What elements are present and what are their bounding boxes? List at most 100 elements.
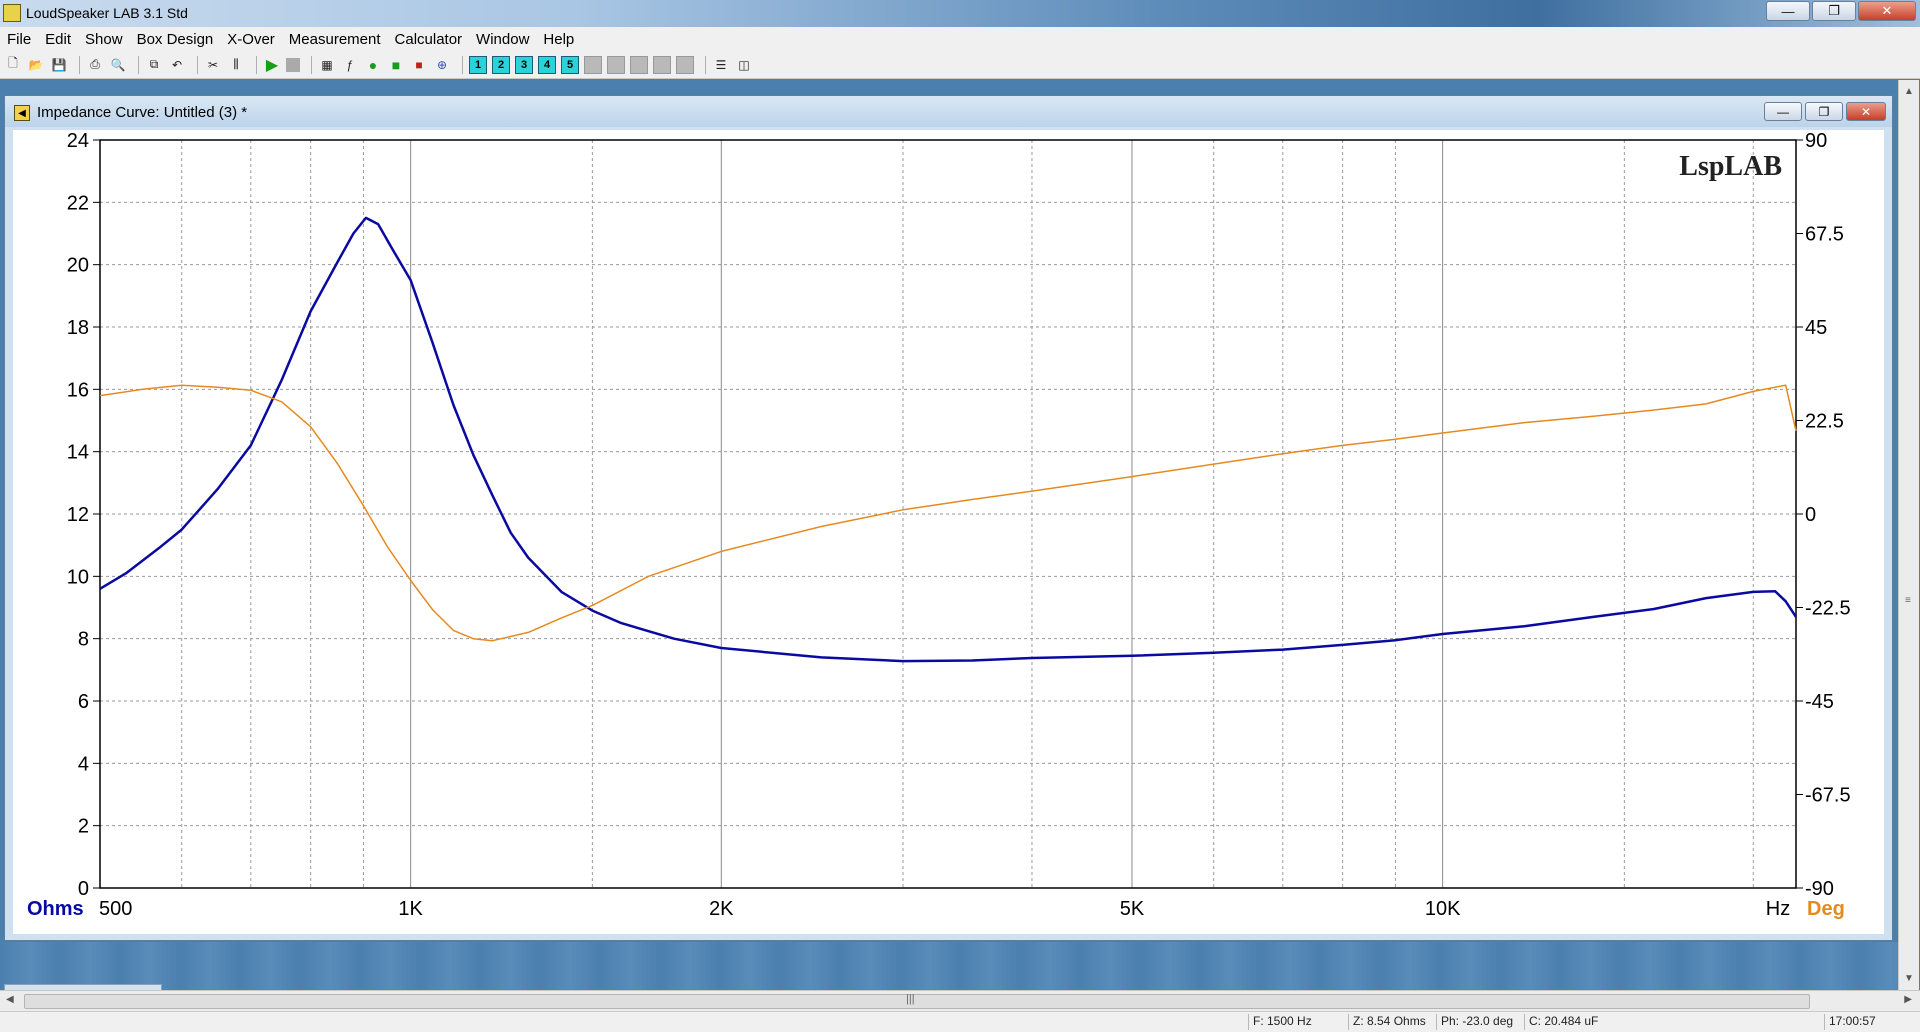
menu-show[interactable]: Show (78, 31, 130, 48)
stop-icon[interactable] (286, 57, 300, 72)
tile-horizontal-icon[interactable]: ☰ (712, 56, 730, 74)
toolbar: 🗋 📂 💾 ⎙ 🔍 ⧉ ↶ ✂ ⫼ ▶ ▦ ƒ ● ■ ■ ⊕ 1 2 3 4 … (0, 51, 1920, 79)
minimize-button[interactable]: — (1766, 1, 1810, 21)
scroll-down-icon[interactable]: ▼ (1904, 973, 1914, 984)
print-preview-icon[interactable]: 🔍 (109, 56, 127, 74)
y-left-unit-label: Ohms (27, 898, 84, 920)
menu-calculator[interactable]: Calculator (388, 31, 470, 48)
crosshair-icon[interactable]: ⊕ (433, 56, 451, 74)
view-2-button[interactable]: 2 (492, 55, 510, 74)
impedance-chart[interactable]: 024681012141618202224-90-67.5-45-22.5022… (13, 130, 1884, 934)
y-left-tick-label: 0 (78, 878, 89, 900)
toolbar-separator (705, 55, 706, 74)
x-tick-label: 500 (99, 898, 132, 920)
menu-edit[interactable]: Edit (38, 31, 78, 48)
menu-bar: File Edit Show Box Design X-Over Measure… (0, 27, 1920, 51)
toolbar-separator (311, 55, 312, 74)
y-left-tick-label: 16 (67, 379, 89, 401)
y-right-unit-label: Deg (1807, 898, 1845, 920)
child-close-button[interactable]: ✕ (1846, 102, 1886, 121)
desktop-background (0, 942, 1920, 990)
y-right-tick-label: 0 (1805, 504, 1816, 526)
menu-box-design[interactable]: Box Design (130, 31, 221, 48)
app-title: LoudSpeaker LAB 3.1 Std (26, 5, 188, 21)
impedance-plot-area[interactable]: 0 2 4 6 8 10 12 14 16 18 20 22 24 -90 -67.5 -45 -22.5 0 22… (13, 130, 1884, 934)
scroll-right-icon[interactable]: ▶ (1904, 994, 1912, 1005)
lsplab-watermark: LspLAB (1679, 151, 1782, 182)
y-left-tick-label: 18 (67, 317, 89, 339)
impedance-window-title-bar: ◀ Impedance Curve: Untitled (3) * — ❐ ✕ (5, 96, 1892, 127)
toolbar-separator (256, 55, 257, 74)
x-unit-label: Hz (1766, 898, 1790, 920)
y-left-tick-label: 6 (78, 691, 89, 713)
new-file-icon[interactable]: 🗋 (4, 56, 22, 74)
y-right-tick-label: 90 (1805, 130, 1827, 152)
vertical-scrollbar[interactable]: ▲ ≡ ▼ (1898, 80, 1919, 990)
y-left-tick-label: 20 (67, 255, 89, 277)
impedance-window: ◀ Impedance Curve: Untitled (3) * — ❐ ✕ … (4, 95, 1893, 941)
y-left-tick-label: 8 (78, 629, 89, 651)
toolbar-separator (462, 55, 463, 74)
tools-icon[interactable]: ✂ (204, 56, 222, 74)
undo-icon[interactable]: ↶ (168, 56, 186, 74)
child-minimize-button[interactable]: — (1764, 102, 1802, 121)
view-3-button[interactable]: 3 (515, 55, 533, 74)
menu-x-over[interactable]: X-Over (220, 31, 282, 48)
menu-measurement[interactable]: Measurement (282, 31, 388, 48)
horizontal-scroll-thumb[interactable] (24, 994, 1810, 1009)
scroll-up-icon[interactable]: ▲ (1904, 86, 1914, 97)
speaker-icon: ◀ (14, 105, 30, 121)
copy-icon[interactable]: ⧉ (145, 56, 163, 74)
status-impedance: Z: 8.54 Ohms (1348, 1014, 1437, 1030)
scroll-left-icon[interactable]: ◀ (6, 994, 14, 1005)
toolbar-separator (138, 55, 139, 74)
y-right-tick-label: 22.5 (1805, 411, 1844, 433)
toolbar-separator (79, 55, 80, 74)
maximize-button[interactable]: ❐ (1812, 1, 1856, 21)
green-dot-icon[interactable]: ● (364, 56, 382, 74)
disabled-button[interactable] (653, 55, 671, 74)
y-right-tick-label: -22.5 (1805, 598, 1851, 620)
child-window-controls: — ❐ ✕ (1764, 102, 1886, 121)
play-icon[interactable]: ▶ (263, 56, 281, 74)
menu-window[interactable]: Window (469, 31, 536, 48)
save-icon[interactable]: 💾 (50, 56, 68, 74)
horizontal-scrollbar[interactable]: ◀ ||| ▶ (0, 990, 1920, 1012)
print-icon[interactable]: ⎙ (86, 56, 104, 74)
disabled-button[interactable] (630, 55, 648, 74)
view-5-button[interactable]: 5 (561, 55, 579, 74)
close-button[interactable]: ✕ (1858, 1, 1916, 21)
fg-icon[interactable]: ƒ (341, 56, 359, 74)
phase-curve (99, 384, 1797, 642)
x-tick-label: 5K (1120, 898, 1145, 920)
y-right-tick-label: -45 (1805, 691, 1834, 713)
x-tick-label: 10K (1425, 898, 1461, 920)
open-folder-icon[interactable]: 📂 (27, 56, 45, 74)
disabled-button[interactable] (676, 55, 694, 74)
disabled-button[interactable] (607, 55, 625, 74)
app-title-bar: LoudSpeaker LAB 3.1 Std — ❐ ✕ (0, 0, 1920, 27)
y-right-tick-label: 67.5 (1805, 224, 1844, 246)
disabled-button[interactable] (584, 55, 602, 74)
chart-rb-icon[interactable]: ▦ (318, 56, 336, 74)
y-right-tick-label: -67.5 (1805, 785, 1851, 807)
green-box-icon[interactable]: ■ (387, 56, 405, 74)
impedance-window-title: Impedance Curve: Untitled (3) * (37, 104, 248, 121)
tile-vertical-icon[interactable]: ◫ (735, 56, 753, 74)
scroll-grip-icon[interactable]: ||| (906, 993, 915, 1005)
view-1-button[interactable]: 1 (469, 55, 487, 74)
y-left-tick-label: 22 (67, 192, 89, 214)
status-frequency: F: 1500 Hz (1248, 1014, 1349, 1030)
x-tick-label: 1K (398, 898, 423, 920)
toolbar-separator (197, 55, 198, 74)
view-4-button[interactable]: 4 (538, 55, 556, 74)
scroll-grip-icon[interactable]: ≡ (1905, 595, 1911, 606)
menu-file[interactable]: File (0, 31, 38, 48)
y-left-tick-label: 4 (78, 753, 89, 775)
red-box-icon[interactable]: ■ (410, 56, 428, 74)
sliders-icon[interactable]: ⫼ (227, 56, 245, 74)
y-left-tick-label: 2 (78, 816, 89, 838)
impedance-curve (99, 216, 1798, 663)
menu-help[interactable]: Help (536, 31, 581, 48)
child-restore-button[interactable]: ❐ (1805, 102, 1843, 121)
